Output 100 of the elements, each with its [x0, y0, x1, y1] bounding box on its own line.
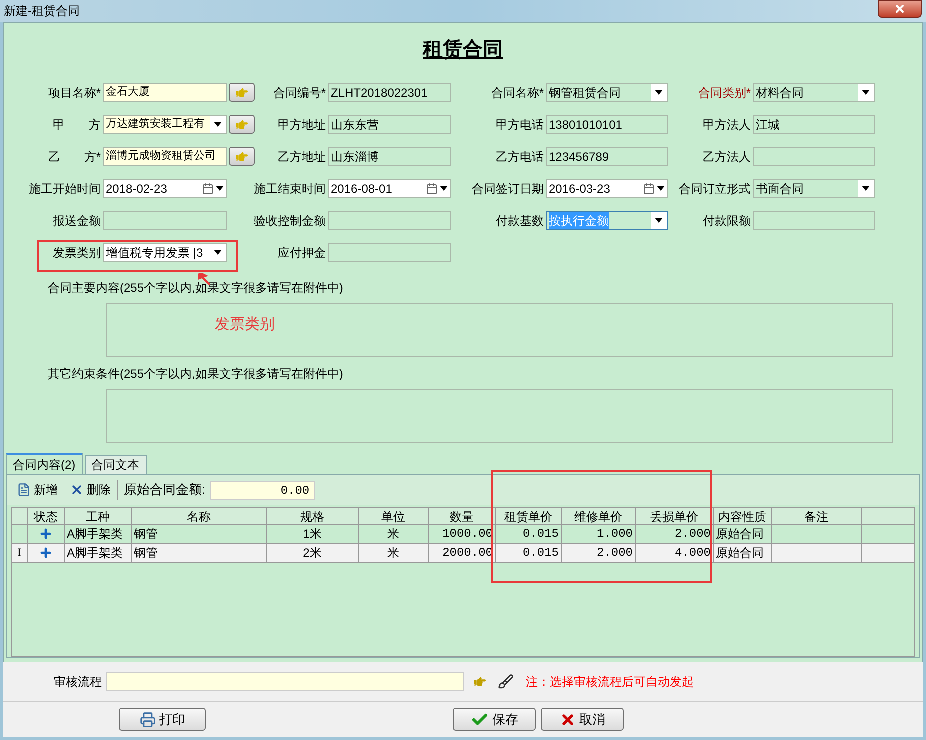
printer-icon	[140, 712, 156, 728]
input-field[interactable]	[753, 211, 875, 230]
calendar-button[interactable]	[202, 182, 226, 194]
table-cell: 0.015	[496, 544, 562, 562]
field-value: 2016-08-01	[331, 180, 392, 197]
print-button[interactable]: 打印	[119, 708, 206, 731]
date-field[interactable]: 2016-08-01	[328, 179, 451, 198]
row-indicator: I	[18, 546, 22, 561]
field-value: 万达建筑安装工程有	[106, 116, 205, 132]
amount-label: 原始合同金额:	[124, 481, 206, 500]
column-header[interactable]: 单位	[359, 508, 429, 524]
field-label: 甲方地址	[277, 116, 327, 134]
input-field[interactable]: 山东淄博	[328, 147, 451, 166]
column-header[interactable]: 状态	[28, 508, 65, 524]
pointing-hand-icon	[235, 118, 249, 130]
input-field[interactable]	[753, 147, 875, 166]
delete-button[interactable]: 删除	[70, 481, 111, 499]
calendar-icon	[202, 182, 214, 194]
delete-icon	[70, 483, 84, 497]
field-value: 山东东营	[331, 116, 379, 133]
approval-field[interactable]	[106, 672, 464, 691]
field-label: 甲方法人	[702, 116, 752, 134]
column-header[interactable]: 内容性质	[714, 508, 772, 524]
table-cell: 原始合同	[714, 525, 772, 543]
window-title: 新建-租赁合同	[4, 3, 80, 20]
cancel-button[interactable]: 取消	[541, 708, 624, 731]
annotation-text: 发票类别	[215, 315, 275, 335]
column-header[interactable]: 数量	[429, 508, 496, 524]
lookup-button[interactable]	[229, 115, 255, 134]
dropdown-field[interactable]: 钢管租赁合同	[546, 83, 668, 102]
approval-label: 审核流程	[53, 674, 103, 690]
dropdown-button[interactable]	[210, 116, 226, 133]
column-header[interactable]: 工种	[65, 508, 132, 524]
lookup-button[interactable]	[229, 83, 255, 102]
field-label: 合同编号*	[272, 84, 327, 102]
input-field[interactable]: 淄博元成物资租赁公司	[103, 147, 227, 166]
field-value: 钢管租赁合同	[549, 84, 621, 101]
table-cell: 2.000	[562, 544, 636, 562]
approval-note: 注：选择审核流程后可自动发起	[526, 674, 694, 690]
pointing-hand-icon	[472, 676, 488, 688]
dropdown-arrow-icon	[657, 186, 665, 191]
field-label: 乙方电话	[495, 148, 545, 166]
dropdown-field[interactable]: 增值税专用发票 |3	[103, 243, 227, 262]
close-icon	[894, 3, 906, 15]
add-button[interactable]: 新增	[17, 481, 58, 499]
input-field[interactable]	[328, 211, 451, 230]
dropdown-arrow-icon	[862, 90, 870, 95]
input-field[interactable]: 123456789	[546, 147, 668, 166]
input-field[interactable]: ZLHT2018022301	[328, 83, 451, 102]
lookup-button[interactable]	[472, 676, 488, 688]
field-value: 按执行金额	[549, 212, 609, 229]
dropdown-field[interactable]: 万达建筑安装工程有	[103, 115, 227, 134]
dropdown-button[interactable]	[651, 84, 667, 101]
table-cell: 1000.00	[429, 525, 496, 543]
table-cell: 2.000	[636, 525, 714, 543]
amount-field[interactable]: 0.00	[210, 480, 315, 500]
field-label: 甲方电话	[495, 116, 545, 134]
calendar-button[interactable]	[643, 182, 667, 194]
save-button[interactable]: 保存	[453, 708, 536, 731]
plus-icon	[39, 546, 53, 560]
dropdown-button[interactable]	[858, 180, 874, 197]
field-label: 合同订立形式	[678, 180, 752, 198]
dropdown-field[interactable]: 材料合同	[753, 83, 875, 102]
form-title: 租赁合同	[423, 38, 503, 63]
field-value: 2016-03-23	[549, 180, 610, 197]
column-header[interactable]: 规格	[267, 508, 359, 524]
column-header[interactable]: 名称	[132, 508, 267, 524]
input-field[interactable]: 江城	[753, 115, 875, 134]
input-field[interactable]	[328, 243, 451, 262]
field-label: 验收控制金额	[253, 212, 327, 230]
tab[interactable]: 合同文本	[84, 455, 147, 474]
date-field[interactable]: 2018-02-23	[103, 179, 227, 198]
close-button[interactable]	[878, 0, 922, 18]
clear-button[interactable]	[498, 674, 514, 690]
table-cell: 4.000	[636, 544, 714, 562]
field-value: 书面合同	[756, 180, 804, 197]
input-field[interactable]: 13801010101	[546, 115, 668, 134]
lookup-button[interactable]	[229, 147, 255, 166]
dropdown-arrow-icon	[862, 186, 870, 191]
column-header[interactable]: 租赁单价	[496, 508, 562, 524]
dropdown-button[interactable]	[858, 84, 874, 101]
dropdown-field[interactable]: 书面合同	[753, 179, 875, 198]
table-cell: 米	[359, 525, 429, 543]
input-field[interactable]: 山东东营	[328, 115, 451, 134]
dropdown-button[interactable]	[651, 212, 667, 229]
input-field[interactable]: 金石大厦	[103, 83, 227, 102]
field-value: 材料合同	[756, 84, 804, 101]
table-cell: 1.000	[562, 525, 636, 543]
column-header[interactable]: 丢损单价	[636, 508, 714, 524]
column-header[interactable]: 维修单价	[562, 508, 636, 524]
table-cell: 2000.00	[429, 544, 496, 562]
field-value: 山东淄博	[331, 148, 379, 165]
tab[interactable]: 合同内容(2)	[6, 453, 83, 474]
field-label: 乙 方*	[47, 148, 102, 166]
field-label: 项目名称*	[47, 84, 102, 102]
field-value: 2018-02-23	[106, 180, 168, 197]
input-field[interactable]	[103, 211, 227, 230]
column-header[interactable]: 备注	[772, 508, 862, 524]
date-field[interactable]: 2016-03-23	[546, 179, 668, 198]
calendar-button[interactable]	[426, 182, 450, 194]
